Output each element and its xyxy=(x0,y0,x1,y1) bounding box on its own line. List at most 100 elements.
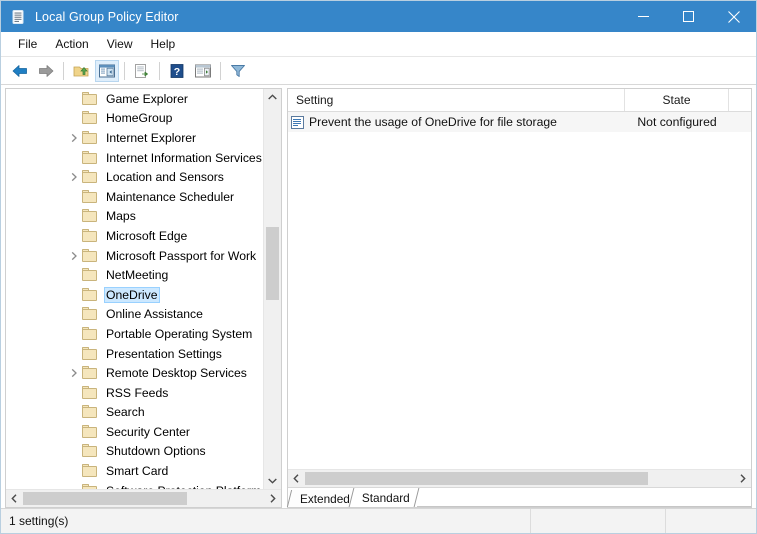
tree-item-location-and-sensors[interactable]: Location and Sensors xyxy=(6,167,263,187)
tree-hscroll-track[interactable] xyxy=(23,490,264,507)
chevron-right-icon[interactable] xyxy=(66,133,82,143)
show-hide-action-pane-icon[interactable] xyxy=(191,60,215,82)
tree-item-remote-desktop-services[interactable]: Remote Desktop Services xyxy=(6,363,263,383)
scroll-up-icon[interactable] xyxy=(264,89,281,106)
tree-item-label: Smart Card xyxy=(106,464,169,479)
tree-item-rss-feeds[interactable]: RSS Feeds xyxy=(6,383,263,403)
tree-item-game-explorer[interactable]: Game Explorer xyxy=(6,89,263,109)
scroll-down-icon[interactable] xyxy=(264,472,281,489)
export-list-icon[interactable] xyxy=(130,60,154,82)
tree-item-microsoft-edge[interactable]: Microsoft Edge xyxy=(6,226,263,246)
tree-item-onedrive[interactable]: OneDrive xyxy=(6,285,263,305)
folder-icon xyxy=(82,326,98,341)
forward-icon[interactable] xyxy=(34,60,58,82)
toolbar-separator xyxy=(159,61,160,80)
scroll-left-icon[interactable] xyxy=(288,470,305,487)
scroll-right-icon[interactable] xyxy=(264,490,281,507)
window-controls xyxy=(621,1,756,32)
tree-item-online-assistance[interactable]: Online Assistance xyxy=(6,305,263,325)
folder-icon xyxy=(82,209,98,223)
tree-item-label: Game Explorer xyxy=(106,91,188,106)
tree-vertical-scrollbar[interactable] xyxy=(263,89,281,489)
chevron-right-icon[interactable] xyxy=(66,172,82,182)
close-button[interactable] xyxy=(711,1,756,32)
tree-item-internet-explorer[interactable]: Internet Explorer xyxy=(6,128,263,148)
help-icon[interactable]: ? xyxy=(165,60,189,82)
scroll-right-icon[interactable] xyxy=(734,470,751,487)
tree-item-presentation-settings[interactable]: Presentation Settings xyxy=(6,344,263,364)
tab-standard[interactable]: Standard xyxy=(348,488,420,507)
tree-item-maintenance-scheduler[interactable]: Maintenance Scheduler xyxy=(6,187,263,207)
tree-scroll-track[interactable] xyxy=(264,106,281,472)
show-hide-console-tree-icon[interactable] xyxy=(95,59,119,82)
tree-item-portable-operating-system[interactable]: Portable Operating System xyxy=(6,324,263,344)
tree-item-smart-card[interactable]: Smart Card xyxy=(6,461,263,481)
column-header-extra[interactable] xyxy=(729,89,751,111)
menu-item-help[interactable]: Help xyxy=(142,35,185,53)
column-header-state[interactable]: State xyxy=(625,89,729,111)
tree-item-search[interactable]: Search xyxy=(6,403,263,423)
maximize-button[interactable] xyxy=(666,1,711,32)
tree-item-label: RSS Feeds xyxy=(106,385,169,400)
tree-scroll-area: Game Explorer HomeGroup Internet Explorer I… xyxy=(6,89,281,489)
tree-item-shutdown-options[interactable]: Shutdown Options xyxy=(6,442,263,462)
toolbar-separator xyxy=(124,61,125,80)
console-tree-pane: Game Explorer HomeGroup Internet Explorer I… xyxy=(5,88,282,508)
folder-icon xyxy=(82,170,98,184)
chevron-right-icon[interactable] xyxy=(66,368,82,378)
tree-scroll-thumb[interactable] xyxy=(266,226,279,300)
tree-item-netmeeting[interactable]: NetMeeting xyxy=(6,265,263,285)
status-panel-3 xyxy=(666,509,756,533)
tab-standard-label: Standard xyxy=(361,490,410,505)
folder-icon xyxy=(82,346,98,361)
tree-item-microsoft-passport-for-work[interactable]: Microsoft Passport for Work xyxy=(6,246,263,266)
folder-icon xyxy=(82,385,98,400)
folder-icon xyxy=(82,464,98,478)
tree-item-homegroup[interactable]: HomeGroup xyxy=(6,109,263,129)
status-bar: 1 setting(s) xyxy=(1,508,756,533)
tree-item-label: NetMeeting xyxy=(106,268,169,283)
tree-item-label: Search xyxy=(106,405,145,420)
tree-item-label: Portable Operating System xyxy=(106,326,253,341)
tree-item-label: Online Assistance xyxy=(106,307,203,322)
tab-extended[interactable]: Extended xyxy=(286,490,359,507)
filter-icon[interactable] xyxy=(226,60,250,82)
column-header-setting[interactable]: Setting xyxy=(288,89,625,111)
scroll-left-icon[interactable] xyxy=(6,490,23,507)
folder-icon xyxy=(82,287,98,302)
chevron-right-icon[interactable] xyxy=(66,251,82,261)
policy-setting-icon xyxy=(291,115,304,129)
menu-item-view[interactable]: View xyxy=(98,35,142,53)
tree-item-label: Presentation Settings xyxy=(106,346,222,361)
status-setting-count: 1 setting(s) xyxy=(1,509,531,533)
tree-item-security-center[interactable]: Security Center xyxy=(6,422,263,442)
content-area: Game Explorer HomeGroup Internet Explorer I… xyxy=(1,85,756,508)
view-tabs: Extended Standard xyxy=(286,487,751,507)
tree-item-internet-information-services[interactable]: Internet Information Services xyxy=(6,148,263,168)
tree-list[interactable]: Game Explorer HomeGroup Internet Explorer I… xyxy=(6,89,263,489)
menu-item-action[interactable]: Action xyxy=(46,35,97,53)
toolbar-separator xyxy=(220,61,221,80)
minimize-button[interactable] xyxy=(621,1,666,32)
list-hscroll-thumb[interactable] xyxy=(305,472,649,485)
list-hscroll-track[interactable] xyxy=(305,470,734,487)
tree-item-software-protection-platform[interactable]: Software Protection Platform xyxy=(6,481,263,489)
menu-item-file[interactable]: File xyxy=(9,35,46,53)
tree-item-label: Maintenance Scheduler xyxy=(106,189,235,204)
tree-hscroll-thumb[interactable] xyxy=(23,492,187,505)
folder-icon xyxy=(82,307,98,321)
setting-name: Prevent the usage of OneDrive for file s… xyxy=(309,115,557,129)
tree-horizontal-scrollbar[interactable] xyxy=(6,489,281,507)
folder-icon xyxy=(82,248,98,263)
cell-extra xyxy=(729,112,751,132)
tree-item-label: Maps xyxy=(106,209,136,224)
back-icon[interactable] xyxy=(8,60,32,82)
table-row[interactable]: Prevent the usage of OneDrive for file s… xyxy=(288,112,751,132)
up-folder-icon[interactable] xyxy=(69,60,93,82)
status-panel-2 xyxy=(531,509,666,533)
tree-item-label: Internet Explorer xyxy=(106,130,197,145)
list-horizontal-scrollbar[interactable] xyxy=(288,469,751,487)
settings-list[interactable]: Prevent the usage of OneDrive for file s… xyxy=(288,112,751,469)
tree-item-maps[interactable]: Maps xyxy=(6,207,263,227)
menu-bar: File Action View Help xyxy=(1,32,756,57)
